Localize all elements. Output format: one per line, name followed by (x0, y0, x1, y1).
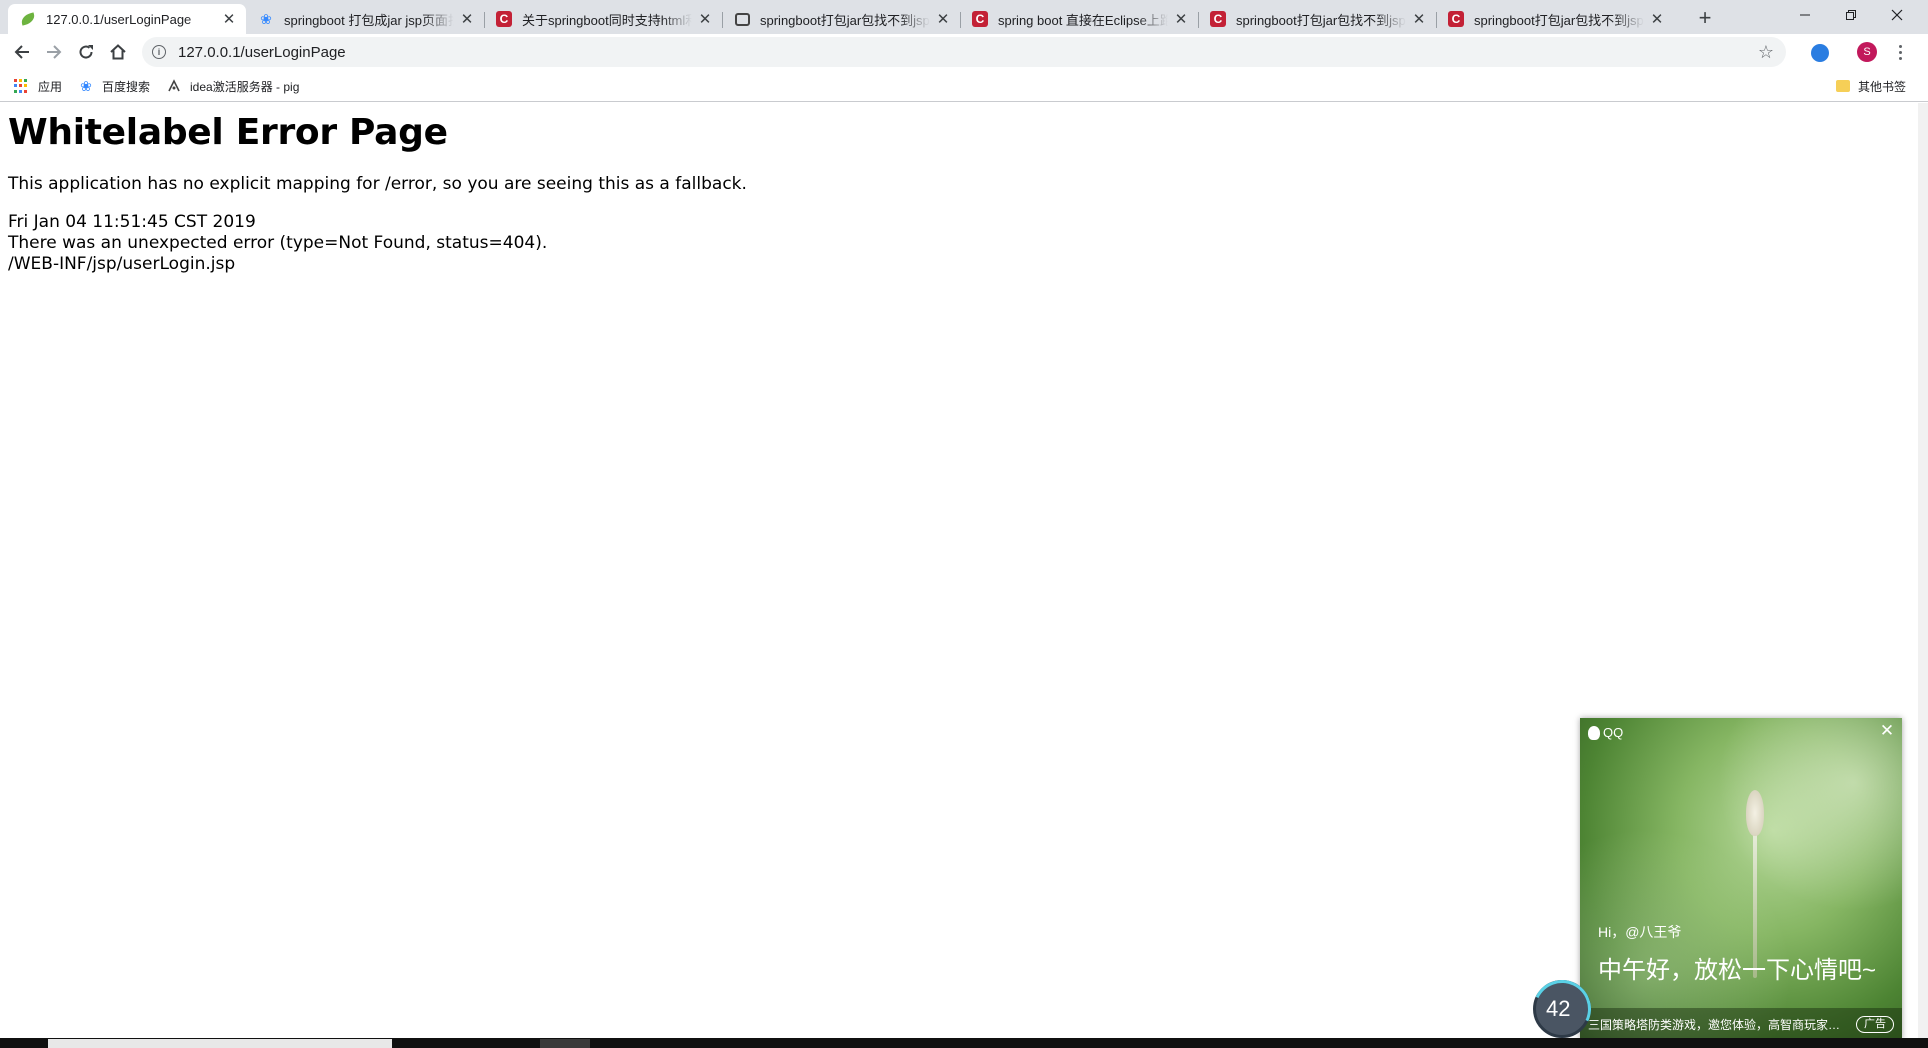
reload-icon (79, 45, 93, 59)
forward-arrow-icon (47, 45, 62, 59)
tab-springboot-html[interactable]: C 关于springboot同时支持html和 ✕ (484, 4, 722, 34)
forward-button[interactable] (40, 38, 68, 66)
extension-icon[interactable] (1811, 44, 1829, 62)
bookmarks-bar: 应用 ❀ 百度搜索 idea激活服务器 - pig 其他书签 (0, 70, 1928, 102)
close-window-button[interactable] (1874, 0, 1920, 30)
vertical-scrollbar[interactable] (1918, 103, 1928, 1038)
taskbar (0, 1038, 1928, 1048)
profile-avatar[interactable]: S (1857, 42, 1877, 62)
taskbar-item[interactable] (540, 1039, 590, 1048)
error-status: There was an unexpected error (type=Not … (8, 233, 548, 253)
info-icon[interactable]: i (152, 45, 166, 59)
tab-springboot-jar-notfound-1[interactable]: springboot打包jar包找不到jsp文 ✕ (722, 4, 960, 34)
error-path: /WEB-INF/jsp/userLogin.jsp (8, 254, 236, 274)
csdn-icon: C (972, 11, 988, 27)
close-icon (1891, 9, 1903, 21)
apps-grid-icon (14, 79, 28, 93)
csdn-icon: C (496, 11, 512, 27)
bookmark-label: 应用 (38, 79, 63, 94)
new-tab-button[interactable]: + (1692, 5, 1718, 30)
page-title: Whitelabel Error Page (8, 112, 448, 153)
qq-brand: QQ (1603, 725, 1624, 740)
close-icon[interactable]: ✕ (696, 10, 714, 28)
minimize-icon (1800, 14, 1810, 16)
qq-footer[interactable]: 三国策略塔防类游戏，邀您体验，高智商玩家… 广告 (1580, 1008, 1902, 1040)
qq-footer-text[interactable]: 三国策略塔防类游戏，邀您体验，高智商玩家… (1588, 1016, 1848, 1033)
tab-title: springboot打包jar包找不到jsp文 (1474, 12, 1644, 28)
csdn-icon: C (1448, 11, 1464, 27)
spring-leaf-icon (19, 11, 37, 27)
close-icon[interactable]: ✕ (220, 10, 238, 28)
idea-bookmark-icon (166, 78, 182, 94)
code-icon (734, 11, 750, 27)
qq-header: QQ (1588, 725, 1623, 740)
close-icon[interactable]: ✕ (1648, 10, 1666, 28)
error-details: Fri Jan 04 11:51:45 CST 2019 There was a… (8, 212, 547, 275)
baidu-paw-icon: ❀ (260, 11, 272, 27)
qq-greeting-small: Hi，@八王爷 (1598, 924, 1682, 940)
taskbar-item[interactable] (48, 1039, 392, 1048)
close-icon[interactable]: ✕ (934, 10, 952, 28)
minimize-button[interactable] (1782, 0, 1828, 30)
tab-title: 127.0.0.1/userLoginPage (46, 11, 192, 27)
home-button[interactable] (104, 38, 132, 66)
restore-icon (1846, 10, 1856, 20)
url-text[interactable]: 127.0.0.1/userLoginPage (178, 44, 346, 61)
back-arrow-icon (14, 45, 29, 59)
tab-title: springboot打包jar包找不到jsp文 (760, 12, 930, 28)
popup-close-button[interactable]: ✕ (1878, 721, 1896, 740)
tab-title: springboot打包jar包找不到jsp文 (1236, 12, 1406, 28)
bookmark-other[interactable]: 其他书签 (1836, 76, 1906, 96)
reload-button[interactable] (72, 38, 100, 66)
tab-title: springboot 打包成jar jsp页面找 (284, 12, 454, 28)
qq-popup[interactable]: QQ ✕ Hi，@八王爷 中午好，放松一下心情吧~ 三国策略塔防类游戏，邀您体验… (1580, 718, 1902, 1040)
close-icon[interactable]: ✕ (1172, 10, 1190, 28)
back-button[interactable] (8, 38, 36, 66)
bookmark-baidu[interactable]: ❀ 百度搜索 (78, 76, 150, 96)
bookmark-label: 其他书签 (1858, 79, 1907, 94)
qq-greeting-large[interactable]: 中午好，放松一下心情吧~ (1598, 950, 1876, 985)
plant-image-head (1746, 790, 1764, 836)
tab-springboot-jar-notfound-2[interactable]: C springboot打包jar包找不到jsp文 ✕ (1198, 4, 1436, 34)
folder-icon (1836, 80, 1850, 92)
qq-penguin-icon (1588, 725, 1600, 740)
tab-springboot-jar-jsp[interactable]: ❀ springboot 打包成jar jsp页面找 ✕ (246, 4, 484, 34)
browser-toolbar: i 127.0.0.1/userLoginPage ☆ S (0, 34, 1928, 70)
ad-badge: 广告 (1856, 1015, 1894, 1033)
tab-title: 关于springboot同时支持html和 (522, 12, 692, 28)
close-icon[interactable]: ✕ (458, 10, 476, 28)
tab-title: spring boot 直接在Eclipse上跑 (998, 12, 1168, 28)
bookmark-star-icon[interactable]: ☆ (1758, 42, 1774, 62)
bookmark-idea[interactable]: idea激活服务器 - pig (166, 76, 304, 96)
csdn-icon: C (1210, 11, 1226, 27)
browser-menu-icon[interactable] (1892, 42, 1908, 62)
close-icon[interactable]: ✕ (1410, 10, 1428, 28)
tab-springboot-jar-notfound-3[interactable]: C springboot打包jar包找不到jsp文 ✕ (1436, 4, 1674, 34)
error-timestamp: Fri Jan 04 11:51:45 CST 2019 (8, 212, 256, 232)
bookmark-apps[interactable]: 应用 (14, 76, 62, 96)
home-icon (110, 44, 126, 60)
bookmark-label: idea激活服务器 - pig (190, 79, 300, 94)
tab-springboot-eclipse[interactable]: C spring boot 直接在Eclipse上跑 ✕ (960, 4, 1198, 34)
bookmark-label: 百度搜索 (102, 79, 151, 94)
address-bar[interactable]: i 127.0.0.1/userLoginPage ☆ (142, 37, 1786, 67)
tab-userloginpage[interactable]: 127.0.0.1/userLoginPage ✕ (8, 4, 246, 34)
error-message: This application has no explicit mapping… (8, 174, 747, 194)
restore-button[interactable] (1828, 0, 1874, 30)
tab-strip: 127.0.0.1/userLoginPage ✕ ❀ springboot 打… (0, 0, 1928, 34)
baidu-paw-icon: ❀ (80, 78, 92, 94)
